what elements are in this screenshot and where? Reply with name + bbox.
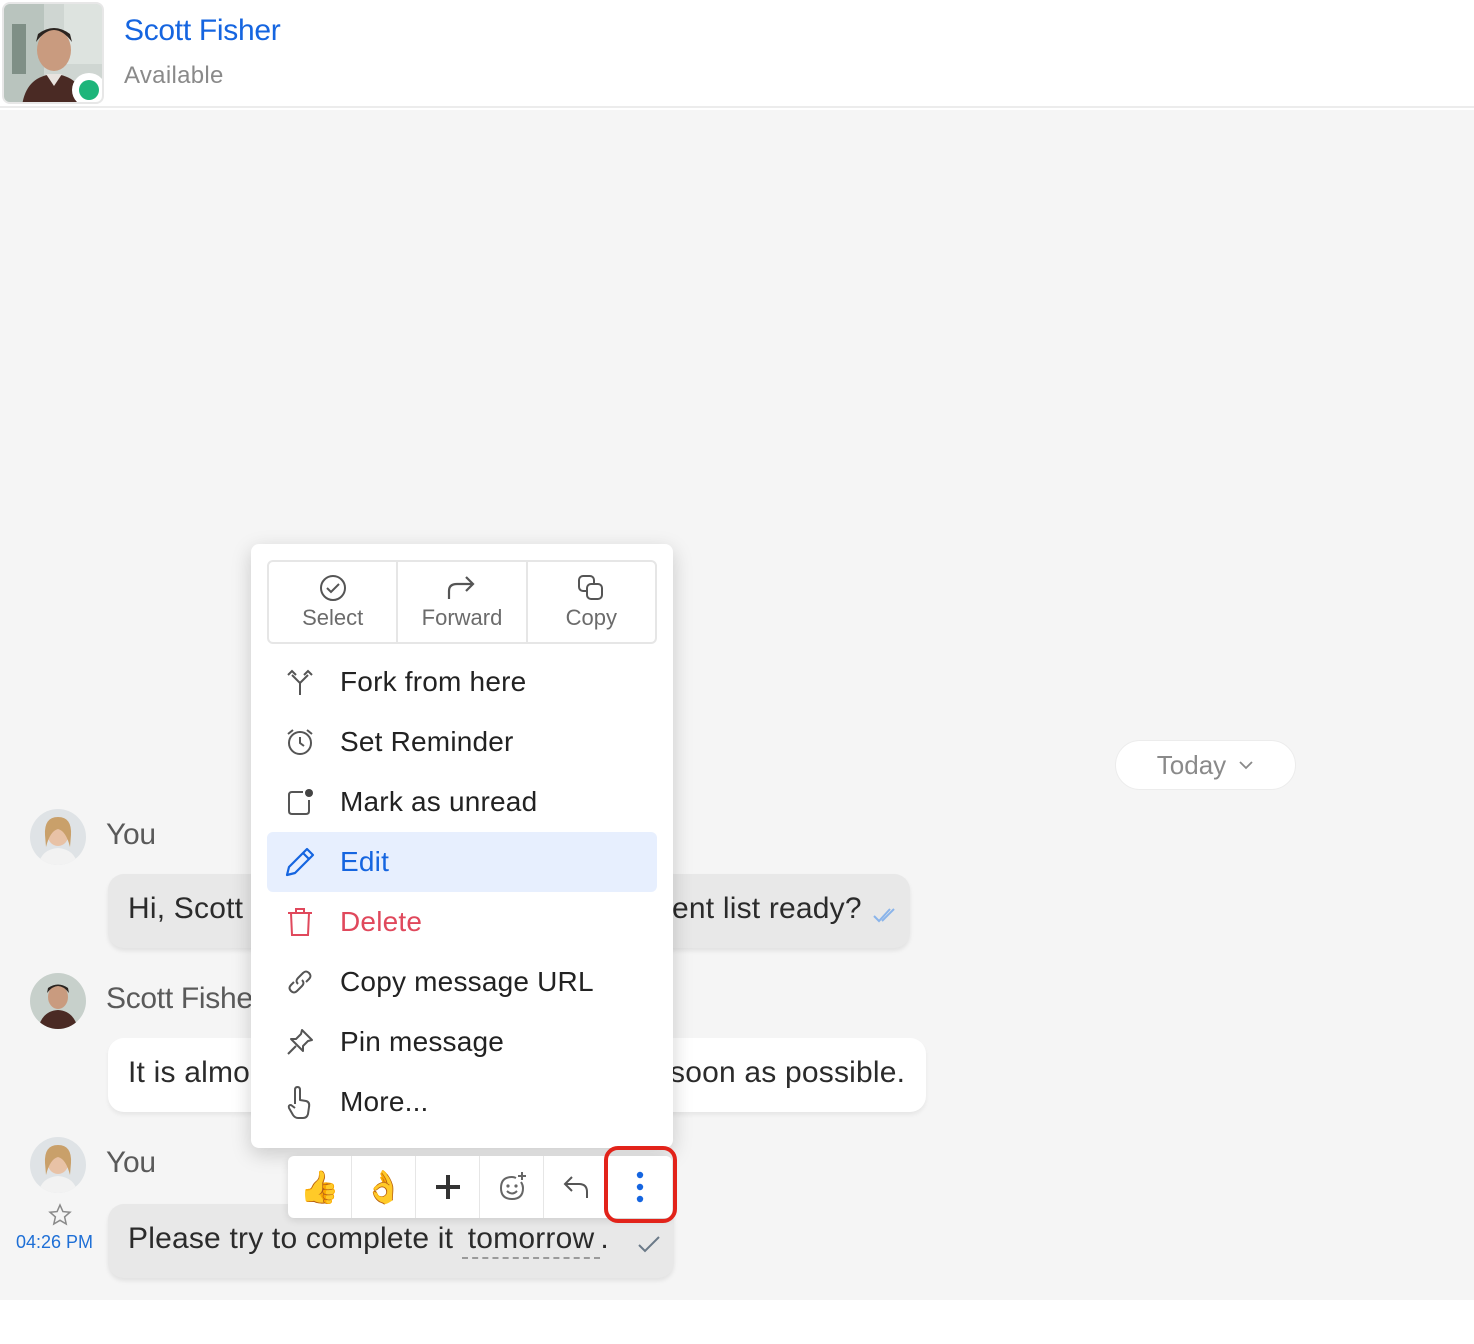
message-text: Please try to complete it — [128, 1222, 454, 1255]
menu-item-label: Mark as unread — [340, 786, 538, 817]
sender-name: You — [106, 1146, 156, 1179]
menu-item-label: Delete — [340, 906, 423, 937]
menu-item-label: Edit — [340, 846, 390, 877]
forward-icon — [447, 576, 475, 599]
fork-from-here-item[interactable]: Fork from here — [267, 652, 657, 712]
forward-label: Forward — [421, 605, 503, 630]
contact-name[interactable]: Scott Fisher — [124, 14, 281, 48]
pin-message-item[interactable]: Pin message — [267, 1012, 657, 1072]
menu-item-label: More... — [340, 1086, 429, 1117]
copy-icon — [578, 575, 604, 600]
date-suggestion[interactable]: tomorrow — [461, 1222, 601, 1259]
add-reaction-button[interactable] — [416, 1156, 480, 1218]
chat-area — [0, 110, 1474, 1300]
date-separator[interactable]: Today — [1115, 740, 1296, 790]
message-text-end: ent list ready? — [672, 892, 862, 925]
highlight-annotation — [604, 1146, 677, 1223]
message-text-start: Hi, Scott — [128, 892, 244, 925]
select-label: Select — [302, 605, 364, 630]
select-button[interactable]: Select — [269, 562, 399, 642]
message-text-end: soon as possible. — [670, 1056, 906, 1089]
online-status-icon — [72, 73, 102, 102]
menu-item-label: Set Reminder — [340, 726, 514, 757]
message-text-suffix: . — [600, 1222, 609, 1255]
sender-name: Scott Fishe — [106, 982, 253, 1015]
trash-icon — [288, 908, 312, 936]
sender-name: You — [106, 818, 156, 851]
delete-item[interactable]: Delete — [267, 892, 657, 952]
avatar[interactable] — [30, 809, 86, 865]
hand-pointer-icon — [287, 1086, 311, 1119]
reply-button[interactable] — [544, 1156, 608, 1218]
thumbs-up-icon: 👍 — [299, 1169, 340, 1205]
copy-button[interactable]: Copy — [528, 562, 655, 642]
menu-item-label: Pin message — [340, 1026, 505, 1057]
user-photo — [30, 809, 86, 865]
emoji-add-icon — [499, 1172, 526, 1201]
chevron-down-icon — [1239, 761, 1253, 770]
star-icon[interactable] — [48, 1203, 72, 1227]
alarm-clock-icon — [287, 729, 313, 755]
ok-hand-icon: 👌 — [363, 1169, 404, 1205]
check-icon — [638, 1236, 660, 1253]
user-photo — [30, 1137, 86, 1193]
plus-icon — [435, 1175, 460, 1199]
check-circle-icon — [319, 575, 346, 601]
copy-label: Copy — [565, 605, 617, 630]
chat-header: Scott Fisher Available — [0, 0, 1474, 108]
menu-item-label: Copy message URL — [340, 966, 594, 997]
more-item[interactable]: More... — [267, 1072, 657, 1132]
message-time: 04:26 PM — [16, 1232, 94, 1252]
contact-photo-small — [30, 973, 86, 1029]
double-check-icon — [873, 908, 895, 923]
mark-as-unread-item[interactable]: Mark as unread — [267, 772, 657, 832]
quick-actions: Select Forward Copy — [267, 560, 657, 644]
contact-status: Available — [124, 62, 224, 89]
message-text-start: It is almo — [128, 1056, 251, 1089]
ok-hand-reaction[interactable]: 👌 — [352, 1156, 416, 1218]
date-label: Today — [1156, 749, 1227, 780]
fork-icon — [287, 669, 313, 695]
pin-icon — [287, 1029, 313, 1055]
avatar[interactable] — [30, 973, 86, 1029]
contact-avatar[interactable] — [2, 2, 104, 104]
set-reminder-item[interactable]: Set Reminder — [267, 712, 657, 772]
avatar[interactable] — [30, 1137, 86, 1193]
menu-item-label: Fork from here — [340, 666, 527, 697]
copy-message-url-item[interactable]: Copy message URL — [267, 952, 657, 1012]
message-context-menu: Select Forward Copy Fork from here Set R… — [251, 544, 673, 1148]
thumbs-up-reaction[interactable]: 👍 — [288, 1156, 352, 1218]
edit-item[interactable]: Edit — [267, 832, 657, 892]
link-icon — [288, 970, 312, 994]
forward-button[interactable]: Forward — [398, 562, 528, 642]
reply-icon — [563, 1176, 588, 1198]
emoji-picker-button[interactable] — [480, 1156, 544, 1218]
mark-unread-icon — [288, 789, 313, 815]
pencil-icon — [285, 847, 315, 877]
